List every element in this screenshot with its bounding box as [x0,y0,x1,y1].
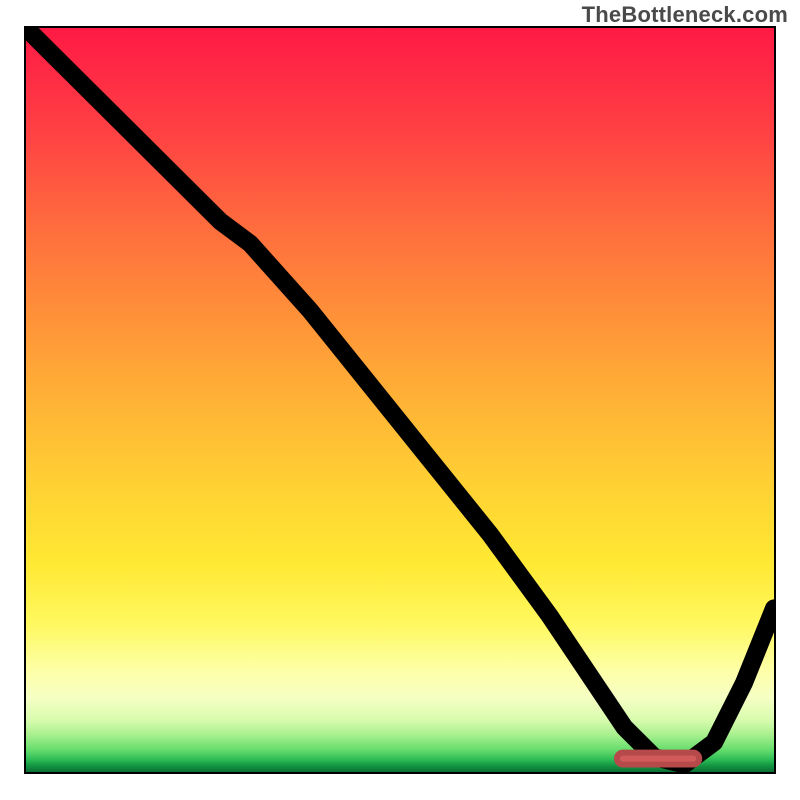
plot-area [24,26,776,774]
bottleneck-curve [26,28,774,765]
optimal-range-marker [617,753,699,765]
watermark-text: TheBottleneck.com [582,2,788,28]
chart-container: TheBottleneck.com [0,0,800,800]
curve-svg [26,28,774,772]
